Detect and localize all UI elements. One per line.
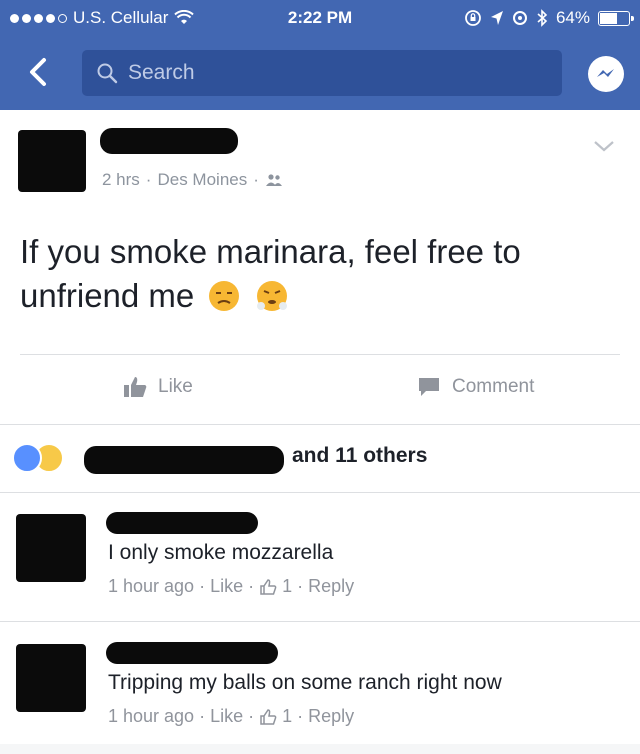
- thumbs-up-outline-icon: [260, 708, 277, 725]
- author-name-redacted[interactable]: [100, 128, 238, 154]
- post-meta: 2 hrs · Des Moines ·: [102, 170, 283, 190]
- reactor-names-redacted: [84, 446, 284, 474]
- like-reaction-icon: [12, 443, 42, 473]
- like-label: Like: [158, 376, 193, 397]
- commenter-name-redacted[interactable]: [106, 512, 258, 534]
- divider-above-comments: [0, 492, 640, 493]
- like-button[interactable]: Like: [122, 375, 193, 399]
- battery-percent: 64%: [555, 8, 590, 27]
- bluetooth-icon: [537, 9, 548, 27]
- alarm-icon: [512, 11, 527, 25]
- post-location[interactable]: Des Moines: [157, 170, 247, 190]
- lock-rotation-icon: [465, 10, 481, 26]
- comment-like-count: 1: [282, 706, 293, 726]
- comment-like-count: 1: [282, 576, 293, 596]
- battery-fill: [600, 12, 618, 24]
- thumbs-up-icon: [124, 377, 147, 397]
- divider-above-reactions: [0, 424, 640, 425]
- bottom-edge: [0, 744, 640, 754]
- unamused-face-icon: [209, 281, 240, 311]
- reactions-summary[interactable]: [12, 440, 64, 476]
- comment-time: 1 hour ago: [108, 576, 195, 596]
- battery-icon: [598, 10, 634, 26]
- back-button[interactable]: [18, 50, 58, 94]
- comment-text: Tripping my balls on some ranch right no…: [108, 671, 502, 694]
- post-body: If you smoke marinara, feel free to unfr…: [20, 230, 630, 318]
- divider-above-actions: [20, 354, 620, 355]
- messenger-icon: [597, 69, 614, 77]
- comment-button[interactable]: Comment: [416, 375, 534, 399]
- comment-label: Comment: [452, 376, 535, 397]
- friends-audience-icon: [265, 174, 282, 186]
- search-input[interactable]: Search: [82, 50, 562, 96]
- status-bar: U.S. Cellular 2:22 PM 64%: [0, 0, 640, 38]
- comment-avatar-redacted[interactable]: [16, 644, 86, 712]
- back-icon: [30, 58, 46, 86]
- reactions-others[interactable]: and 11 others: [292, 444, 427, 468]
- comment-bubble-icon: [419, 378, 439, 396]
- meta-separator-2: ·: [253, 170, 259, 189]
- author-avatar-redacted[interactable]: [18, 130, 86, 192]
- comment-like-link[interactable]: Like: [210, 706, 243, 727]
- divider-between-comments: [0, 621, 640, 622]
- comment-meta: 1 hour ago · Like · 1 · Reply: [108, 706, 355, 727]
- comment-time: 1 hour ago: [108, 706, 195, 726]
- post-actions: Like Comment: [0, 365, 640, 411]
- search-placeholder: Search: [128, 61, 195, 84]
- thumbs-up-outline-icon: [260, 578, 277, 595]
- commenter-name-redacted[interactable]: [106, 642, 278, 664]
- comment-like-link[interactable]: Like: [210, 576, 243, 597]
- meta-separator: ·: [145, 170, 152, 189]
- messenger-button[interactable]: [588, 56, 624, 92]
- top-bar: U.S. Cellular 2:22 PM 64% Search: [0, 0, 640, 110]
- comment-meta: 1 hour ago · Like · 1 · Reply: [108, 576, 355, 597]
- post-options-chevron-icon[interactable]: [592, 138, 616, 154]
- comment-reply-link[interactable]: Reply: [308, 706, 354, 727]
- search-icon: [97, 63, 118, 84]
- post-time[interactable]: 2 hrs: [102, 170, 140, 190]
- comment-text: I only smoke mozzarella: [108, 541, 334, 564]
- status-right: 64%: [464, 8, 634, 28]
- comment-avatar-redacted[interactable]: [16, 514, 86, 582]
- comment-reply-link[interactable]: Reply: [308, 576, 354, 597]
- steam-nose-face-icon: [256, 281, 287, 311]
- location-icon: [490, 11, 503, 25]
